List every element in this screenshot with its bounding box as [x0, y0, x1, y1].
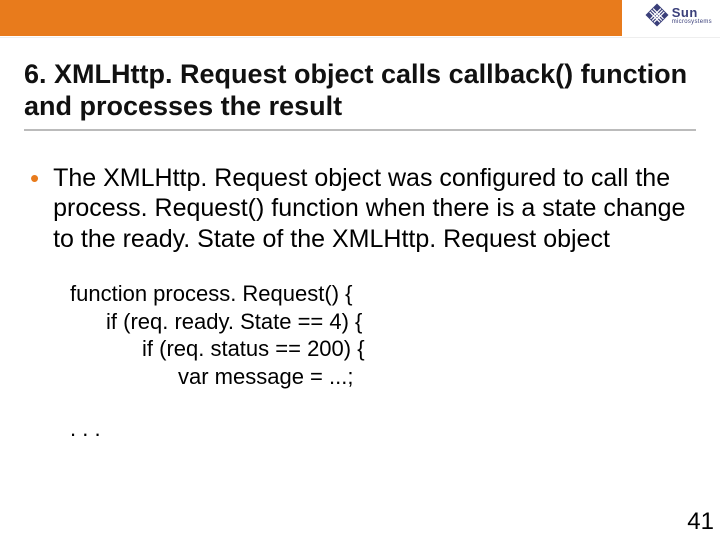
code-line: if (req. status == 200) { — [142, 335, 696, 363]
sun-logo-text: Sun microsystems — [672, 6, 712, 25]
bullet-item: • The XMLHttp. Request object was config… — [24, 163, 696, 255]
bullet-text: The XMLHttp. Request object was configur… — [53, 163, 696, 255]
code-line: if (req. ready. State == 4) { — [106, 308, 696, 336]
slide-title: 6. XMLHttp. Request object calls callbac… — [24, 58, 696, 131]
sun-logo-icon — [644, 2, 670, 28]
bullet-dot-icon: • — [30, 165, 39, 191]
code-block: function process. Request() { if (req. r… — [70, 280, 696, 390]
ellipsis: . . . — [70, 416, 696, 442]
accent-bar — [0, 0, 622, 36]
slide: Sun microsystems 6. XMLHttp. Request obj… — [0, 0, 720, 540]
logo-sub: microsystems — [672, 19, 712, 25]
content-area: 6. XMLHttp. Request object calls callbac… — [0, 38, 720, 442]
code-line: function process. Request() { — [70, 280, 696, 308]
header-bar: Sun microsystems — [0, 0, 720, 38]
sun-logo: Sun microsystems — [644, 2, 712, 28]
logo-brand: Sun — [672, 6, 712, 19]
code-line: var message = ...; — [178, 363, 696, 391]
page-number: 41 — [687, 508, 714, 536]
